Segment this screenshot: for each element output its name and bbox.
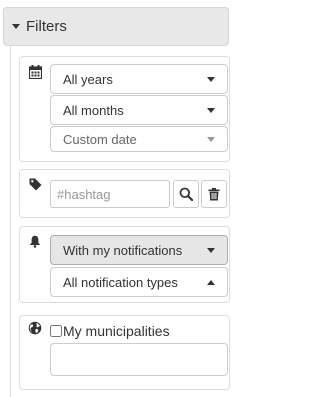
hashtag-filter-group: [19, 169, 230, 218]
filters-title: Filters: [26, 18, 67, 35]
year-select[interactable]: All years: [50, 64, 228, 94]
notification-select[interactable]: With my notifications: [50, 235, 228, 265]
globe-icon: [27, 320, 43, 336]
caret-down-icon: [12, 24, 20, 29]
search-icon: [179, 187, 193, 201]
notification-filter-group: With my notifications All notification t…: [19, 226, 230, 303]
tag-icon: [27, 176, 43, 192]
year-select-value: All years: [63, 71, 113, 87]
my-municipalities-option[interactable]: My municipalities: [50, 323, 170, 339]
search-button[interactable]: [173, 180, 199, 208]
chevron-down-icon: [207, 108, 215, 113]
my-municipalities-label: My municipalities: [63, 323, 170, 339]
calendar-icon: [27, 64, 43, 80]
custom-date-select-value: Custom date: [63, 131, 137, 147]
notification-types-select[interactable]: All notification types: [50, 267, 228, 297]
trash-icon: [208, 187, 220, 201]
month-select-value: All months: [63, 102, 124, 118]
notification-types-select-value: All notification types: [63, 274, 178, 290]
my-municipalities-checkbox[interactable]: [50, 325, 62, 337]
notification-select-value: With my notifications: [63, 242, 183, 258]
date-filter-group: All years All months Custom date: [19, 56, 230, 162]
chevron-up-icon: [207, 280, 215, 285]
chevron-down-icon: [207, 77, 215, 82]
filters-toggle[interactable]: Filters: [3, 7, 229, 46]
month-select[interactable]: All months: [50, 95, 228, 125]
chevron-down-icon: [207, 248, 215, 253]
hashtag-input[interactable]: [50, 180, 170, 208]
custom-date-select[interactable]: Custom date: [50, 126, 228, 152]
chevron-down-icon: [207, 137, 215, 142]
clear-hashtag-button[interactable]: [201, 180, 227, 208]
panel-divider: [10, 46, 11, 397]
municipality-filter-group: My municipalities: [19, 315, 230, 390]
municipality-input[interactable]: [50, 343, 228, 376]
bell-icon: [27, 233, 43, 249]
